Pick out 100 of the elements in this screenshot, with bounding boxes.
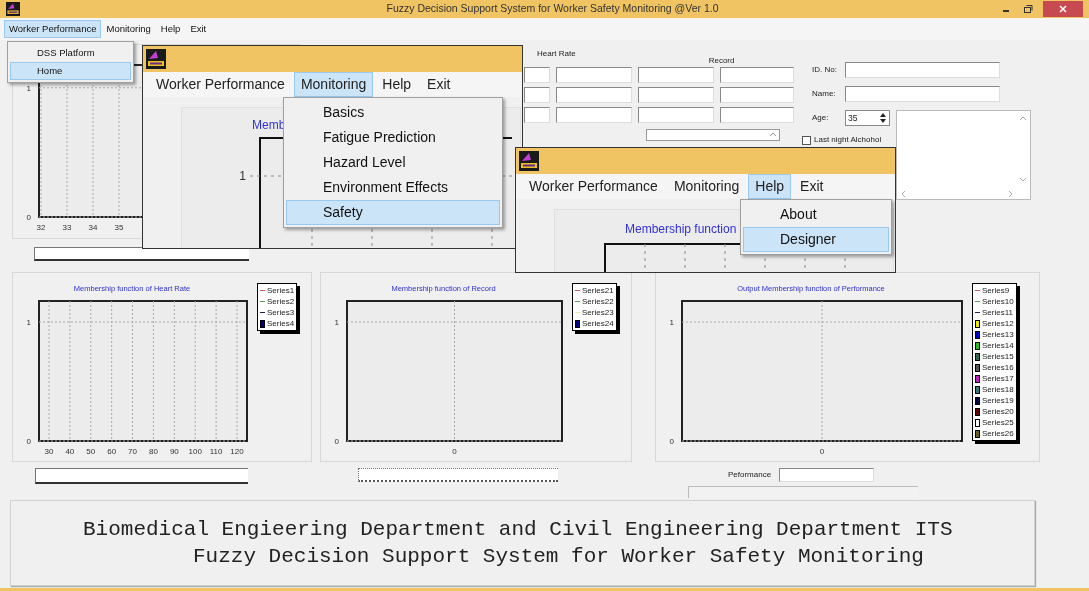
menu-item[interactable]: About: [743, 202, 889, 227]
spinner-arrows-icon[interactable]: [879, 112, 887, 124]
close-icon: [1059, 5, 1067, 13]
field-label: Name:: [812, 88, 837, 100]
legend-label: Series1: [267, 285, 295, 296]
axis-tick-label: 0: [452, 447, 457, 456]
age-spinner[interactable]: 35: [845, 110, 890, 126]
axis-tick-label: 34: [88, 223, 98, 232]
legend-label: Series4: [267, 318, 295, 329]
axis-tick-label: 1: [26, 83, 31, 93]
scroll-up-icon[interactable]: [769, 130, 777, 138]
menu-item[interactable]: Help: [375, 72, 419, 97]
slider-track[interactable]: [35, 468, 248, 484]
restore-icon[interactable]: [1023, 4, 1033, 14]
alcohol-checkbox[interactable]: Last night Alchohol: [802, 134, 890, 146]
menu-item[interactable]: Home: [10, 62, 131, 80]
input-field[interactable]: [638, 87, 714, 103]
slider-track[interactable]: [34, 247, 249, 261]
menu-item[interactable]: Hazard Level: [286, 150, 500, 175]
legend-label: Series17: [982, 373, 1014, 384]
menu-item[interactable]: Worker Performance: [149, 72, 292, 97]
logo-icon: [519, 151, 539, 171]
menu-item[interactable]: Worker Performance: [522, 174, 665, 199]
menu-item[interactable]: Basics: [286, 100, 500, 125]
input-field[interactable]: [638, 107, 714, 123]
axis-tick-label: 32: [36, 223, 46, 232]
field-label: Heart Rate: [537, 48, 576, 60]
legend-label: Series21: [582, 285, 614, 296]
menu-item[interactable]: DSS Platform: [10, 44, 131, 62]
input-field[interactable]: [556, 67, 632, 83]
axis-tick-label: 0: [669, 437, 674, 446]
input-field[interactable]: [638, 67, 714, 83]
menu-item[interactable]: Worker Performance: [4, 19, 102, 39]
axis-tick-label: 80: [149, 447, 158, 456]
field-label: Age:: [812, 112, 830, 124]
legend-label: Series16: [982, 362, 1014, 373]
axis-tick-label: 0: [26, 213, 31, 222]
logo-icon: [6, 2, 20, 16]
legend-label: Series10: [982, 296, 1014, 307]
input-field[interactable]: [556, 87, 632, 103]
axis-tick-label: 70: [128, 447, 137, 456]
list-box[interactable]: [646, 129, 780, 141]
axis-tick-label: 100: [188, 447, 202, 456]
axis-tick-label: 35: [114, 223, 124, 232]
window-title: Fuzzy Decision Support System for Worker Safety Monitoring @Ver 1.0: [385, 1, 720, 17]
legend-label: Series18: [982, 384, 1014, 395]
axis-tick-label: 1: [669, 318, 674, 327]
axis-tick-label: 120: [230, 447, 244, 456]
axis-tick-label: 1: [334, 318, 339, 327]
menu-item[interactable]: Fatigue Prediction: [286, 125, 500, 150]
menu-item[interactable]: Help: [748, 174, 792, 199]
axis-tick-label: 1: [26, 318, 31, 327]
legend-label: Series2: [267, 296, 295, 307]
menu-item[interactable]: Exit: [793, 174, 831, 199]
footer-text: Biomedical Engieering Department and Civil Engineering Department ITS: [83, 517, 954, 543]
input-field[interactable]: [720, 87, 794, 103]
input-field[interactable]: [524, 107, 550, 123]
axis-tick-label: 110: [209, 447, 223, 456]
menu-item[interactable]: Exit: [185, 19, 212, 39]
input-field[interactable]: [524, 87, 550, 103]
field-label: Peformance: [728, 469, 772, 481]
legend-label: Series3: [267, 307, 295, 318]
input-field[interactable]: [556, 107, 632, 123]
axis-tick-label: 50: [86, 447, 96, 456]
axis-tick-label: 0: [26, 437, 31, 446]
logo-icon: [146, 49, 166, 69]
menu-item[interactable]: Designer: [743, 227, 889, 252]
legend-label: Series14: [982, 340, 1014, 351]
input-field[interactable]: [845, 62, 1000, 78]
field-label: Record: [708, 55, 735, 66]
field-label: ID. No:: [812, 64, 838, 76]
legend-label: Series9: [982, 285, 1010, 296]
input-field[interactable]: [720, 107, 794, 123]
legend-label: Series24: [582, 318, 614, 329]
menu-item[interactable]: Monitoring: [293, 72, 374, 97]
menu-item[interactable]: Monitoring: [101, 19, 156, 39]
menu-item[interactable]: Environment Effects: [286, 175, 500, 200]
menu-item[interactable]: Safety: [286, 200, 500, 225]
legend-label: Series20: [982, 406, 1014, 417]
close-button[interactable]: [1043, 1, 1083, 17]
legend-label: Series12: [982, 318, 1014, 329]
axis-tick-label: 90: [169, 447, 179, 456]
text-area[interactable]: [896, 110, 1031, 200]
legend-label: Series22: [582, 296, 614, 307]
menu-item[interactable]: Exit: [420, 72, 458, 97]
legend-label: Series25: [982, 417, 1014, 428]
input-field[interactable]: [524, 67, 550, 83]
input-field[interactable]: [720, 67, 794, 83]
input-field[interactable]: [845, 86, 1000, 102]
axis-tick-label: 30: [44, 447, 54, 456]
menu-item[interactable]: Monitoring: [666, 174, 747, 199]
slider-track[interactable]: [358, 468, 558, 482]
footer-text: Fuzzy Decision Support System for Worker Safety Monitoring: [192, 544, 925, 570]
menu-item[interactable]: Help: [155, 19, 186, 39]
legend-label: Series19: [982, 395, 1014, 406]
scrollbar-icon[interactable]: [1019, 114, 1027, 184]
axis-tick-label: 40: [65, 447, 75, 456]
axis-tick-label: 0: [819, 447, 825, 456]
input-field[interactable]: [779, 468, 875, 482]
legend-label: Series11: [982, 307, 1013, 318]
